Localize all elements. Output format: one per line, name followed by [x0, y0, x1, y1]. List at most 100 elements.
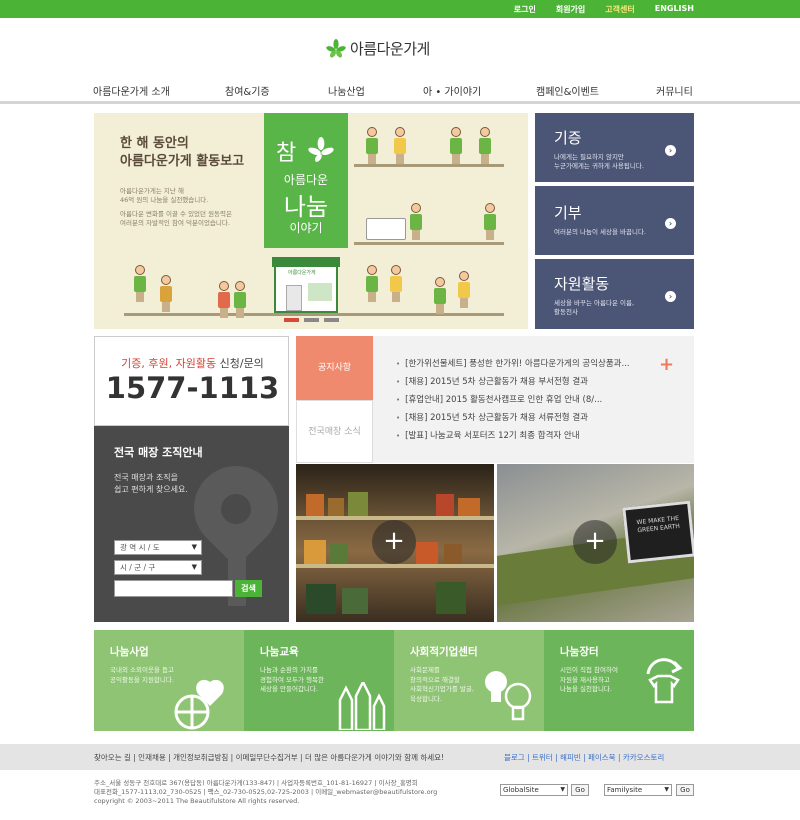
service-box-flea-market[interactable]: 나눔장터 시민이 직접 참여하여 자원을 재사용하고 나눔을 실천합니다.: [544, 630, 694, 731]
recycle-shirt-icon: [646, 658, 683, 704]
nav-participate[interactable]: 참여&기증: [225, 83, 270, 98]
hero-title: 한 해 동안의 아름다운가게 활동보고: [120, 136, 245, 169]
tab-store-news[interactable]: 전국매장 소식: [296, 400, 373, 463]
slider-dot[interactable]: [304, 318, 319, 322]
customer-center-link[interactable]: 고객센터: [605, 4, 634, 15]
chevron-right-icon[interactable]: ›: [665, 145, 676, 156]
family-site-select[interactable]: Familysite ▼: [604, 784, 672, 796]
hero-description: 아름다운가게는 지난 해 46억 원의 나눔을 실천했습니다. 아름다운 변화를…: [120, 187, 232, 227]
volunteer-figure: [458, 271, 470, 308]
nav-campaign[interactable]: 캠페인&이벤트: [536, 83, 599, 98]
flower-icon: [308, 137, 334, 162]
service-title: 나눔장터: [560, 646, 599, 658]
english-link[interactable]: ENGLISH: [655, 4, 694, 15]
volunteer-figure: [160, 275, 172, 312]
list-item[interactable]: [휴업안내] 2015 활동천사캠프로 인한 휴업 안내 (8/...: [396, 393, 630, 411]
signup-link[interactable]: 회원가입: [556, 4, 585, 15]
leaf-logo-icon: [326, 38, 346, 58]
volunteer-figure: [134, 265, 146, 302]
chevron-down-icon: ▼: [191, 563, 197, 571]
product: [416, 542, 438, 564]
service-title: 나눔사업: [110, 646, 149, 658]
login-link[interactable]: 로그인: [514, 4, 536, 15]
logo-text: 아름다운가게: [350, 40, 430, 58]
map-pin-hole: [221, 494, 251, 524]
chevron-right-icon[interactable]: ›: [665, 291, 676, 302]
map-pin-tail: [228, 546, 246, 606]
shelf-line: [354, 242, 504, 245]
finder-desc: 전국 매장과 조직을 쉽고 편하게 찾으세요.: [114, 473, 188, 494]
donate-money-box[interactable]: 기부 여러분의 나눔이 세상을 바꿉니다. ›: [535, 186, 694, 255]
nav-about[interactable]: 아름다운가게 소개: [93, 83, 170, 98]
service-title: 사회적기업센터: [410, 646, 478, 658]
hero-banner[interactable]: 한 해 동안의 아름다운가게 활동보고 아름다운가게는 지난 해 46억 원의 …: [94, 113, 528, 329]
contact-question: 기증, 후원, 자원활동 신청/문의: [121, 357, 264, 370]
store-photo-2[interactable]: WE MAKE THE GREEN EARTH +: [497, 464, 694, 622]
service-box-education[interactable]: 나눔교육 나눔과 순환의 가치를 경험하여 모두가 행복한 세상을 만들어갑니다.: [244, 630, 394, 731]
footer-info: 주소_서울 성동구 천호대로 367(용답동) 아름다운가게(133-847) …: [94, 779, 438, 805]
nav-industry[interactable]: 나눔산업: [328, 83, 365, 98]
volunteer-figure: [234, 281, 246, 318]
shelf-line: [124, 313, 504, 316]
volunteer-figure: [390, 265, 402, 302]
nav-stories[interactable]: 아 • 가이야기: [423, 83, 481, 98]
list-item[interactable]: [한가위선물세트] 풍성한 한가위! 아름다운가게의 공익상품과...: [396, 357, 629, 375]
store-photo-1[interactable]: +: [296, 464, 494, 622]
hero-badge: 참 아름다운 나눔 이야기: [264, 113, 348, 248]
side-menu-title: 자원활동: [554, 275, 610, 293]
product: [444, 544, 462, 564]
store-finder: 전국 매장 조직안내 전국 매장과 조직을 쉽고 편하게 찾으세요. 광 역 시 …: [94, 426, 289, 622]
zoom-plus-icon[interactable]: +: [372, 520, 416, 564]
global-site-go-button[interactable]: Go: [571, 784, 589, 796]
donate-goods-box[interactable]: 기증 나에게는 필요하지 않지만 누군가에게는 귀하게 사용됩니다. ›: [535, 113, 694, 182]
list-item[interactable]: [채용] 2015년 5차 상근활동가 채용 서류전형 결과: [396, 411, 630, 429]
nav-community[interactable]: 커뮤니티: [656, 83, 693, 98]
product: [306, 584, 336, 614]
list-item[interactable]: [채용] 2015년 5차 상근활동가 채용 부서전형 결과: [396, 375, 630, 393]
store-sign: 아름다운가게: [288, 270, 316, 276]
shelf-line: [354, 164, 504, 167]
volunteer-box[interactable]: 자원활동 세상을 바꾸는 아름다운 이름, 활동천사 ›: [535, 259, 694, 329]
product: [304, 540, 326, 564]
service-box-social-enterprise[interactable]: 사회적기업센터 사회문제를 창의적으로 해결할 사회혁신기업가를 발굴, 육성합니다…: [394, 630, 544, 731]
slider-dot-active[interactable]: [284, 318, 299, 322]
store-search-button[interactable]: 검색: [235, 580, 262, 597]
district-select[interactable]: 시 / 군 / 구 ▼: [114, 560, 202, 575]
slider-dot[interactable]: [324, 318, 339, 322]
more-plus-icon[interactable]: +: [659, 354, 674, 375]
social-links[interactable]: 블로그 | 트위터 | 해피빈 | 페이스북 | 카카오스토리: [504, 752, 664, 763]
store-search-input[interactable]: [114, 580, 233, 597]
global-site-select[interactable]: GlobalSite ▼: [500, 784, 568, 796]
product: [342, 588, 368, 614]
utility-links: 로그인 회원가입 고객센터 ENGLISH: [494, 4, 694, 15]
volunteer-figure: [394, 127, 406, 164]
product: [348, 492, 368, 516]
heart-pie-icon: [174, 679, 224, 730]
tab-notice[interactable]: 공지사항: [296, 336, 373, 400]
volunteer-figure: [450, 127, 462, 164]
product: [458, 498, 480, 516]
slider-pagination: [284, 318, 339, 322]
display-frame: WE MAKE THE GREEN EARTH: [622, 500, 694, 564]
region-select[interactable]: 광 역 시 / 도 ▼: [114, 540, 202, 555]
volunteer-figure: [434, 277, 446, 314]
site-logo[interactable]: 아름다운가게: [326, 38, 430, 59]
notice-list: [한가위선물세트] 풍성한 한가위! 아름다운가게의 공익상품과... [채용]…: [396, 357, 630, 447]
service-box-sharing[interactable]: 나눔사업 국내외 소외이웃을 돕고 공익활동을 지원합니다.: [94, 630, 244, 731]
service-desc: 나눔과 순환의 가치를 경험하여 모두가 행복한 세상을 만들어갑니다.: [260, 666, 324, 693]
zoom-plus-icon[interactable]: +: [573, 520, 617, 564]
family-site-go-button[interactable]: Go: [676, 784, 694, 796]
side-menu-desc: 세상을 바꾸는 아름다운 이름, 활동천사: [554, 299, 635, 316]
finder-title: 전국 매장 조직안내: [114, 446, 203, 459]
contact-phone[interactable]: 1577-1113: [95, 371, 290, 405]
chevron-right-icon[interactable]: ›: [665, 218, 676, 229]
service-desc: 사회문제를 창의적으로 해결할 사회혁신기업가를 발굴, 육성합니다.: [410, 666, 474, 703]
store-illustration: 아름다운가게: [272, 257, 340, 313]
service-title: 나눔교육: [260, 646, 299, 658]
footer-links[interactable]: 찾아오는 길 | 인재채용 | 개인정보취급방침 | 이메일무단수집거부 | 더…: [94, 752, 444, 763]
product: [306, 494, 324, 516]
service-desc: 국내외 소외이웃을 돕고 공익활동을 지원합니다.: [110, 666, 174, 684]
delivery-truck: [366, 218, 406, 240]
list-item[interactable]: [발표] 나눔교육 서포터즈 12기 최종 합격자 안내: [396, 429, 630, 447]
chevron-down-icon: ▼: [560, 786, 565, 793]
